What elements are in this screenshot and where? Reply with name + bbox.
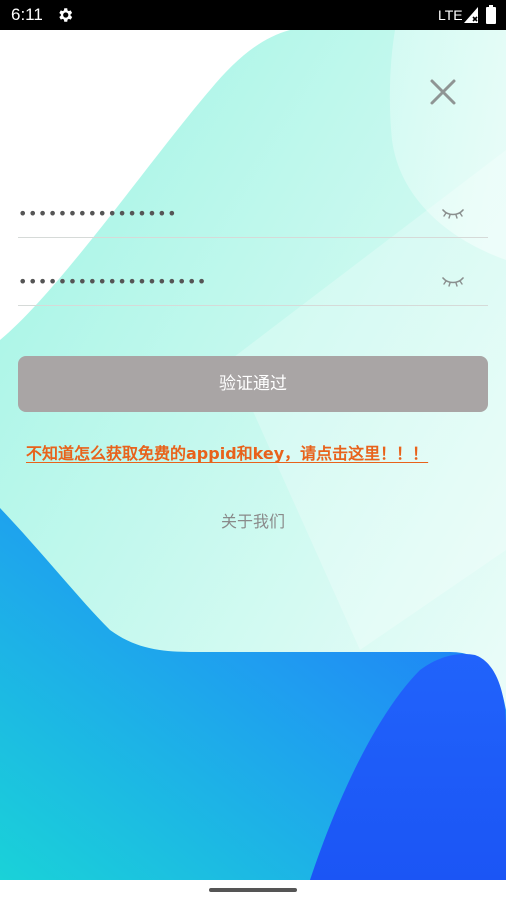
- eye-closed-icon[interactable]: [442, 275, 464, 289]
- home-handle[interactable]: [209, 888, 297, 892]
- network-label: LTE: [438, 7, 463, 23]
- key-value: •••••••••••••••••••: [18, 272, 207, 291]
- field-divider: [18, 305, 488, 306]
- appid-field[interactable]: ••••••••••••••••: [18, 196, 488, 236]
- signal-icon: [464, 7, 478, 23]
- close-icon[interactable]: [426, 75, 460, 109]
- login-screen: 6:11 LTE •••••••••••••••• ••••••••••••••…: [0, 0, 506, 900]
- field-divider: [18, 237, 488, 238]
- help-link[interactable]: 不知道怎么获取免费的appid和key，请点击这里！！！: [26, 440, 428, 464]
- appid-value: ••••••••••••••••: [18, 204, 177, 223]
- status-time: 6:11: [11, 5, 43, 24]
- verify-button[interactable]: 验证通过: [18, 356, 488, 412]
- battery-icon: [486, 5, 496, 24]
- key-field[interactable]: •••••••••••••••••••: [18, 264, 488, 304]
- status-bar: 6:11 LTE: [0, 0, 506, 30]
- about-us-link[interactable]: 关于我们: [0, 508, 506, 532]
- navigation-bar: [0, 880, 506, 900]
- eye-closed-icon[interactable]: [442, 207, 464, 221]
- gear-icon: [59, 8, 73, 22]
